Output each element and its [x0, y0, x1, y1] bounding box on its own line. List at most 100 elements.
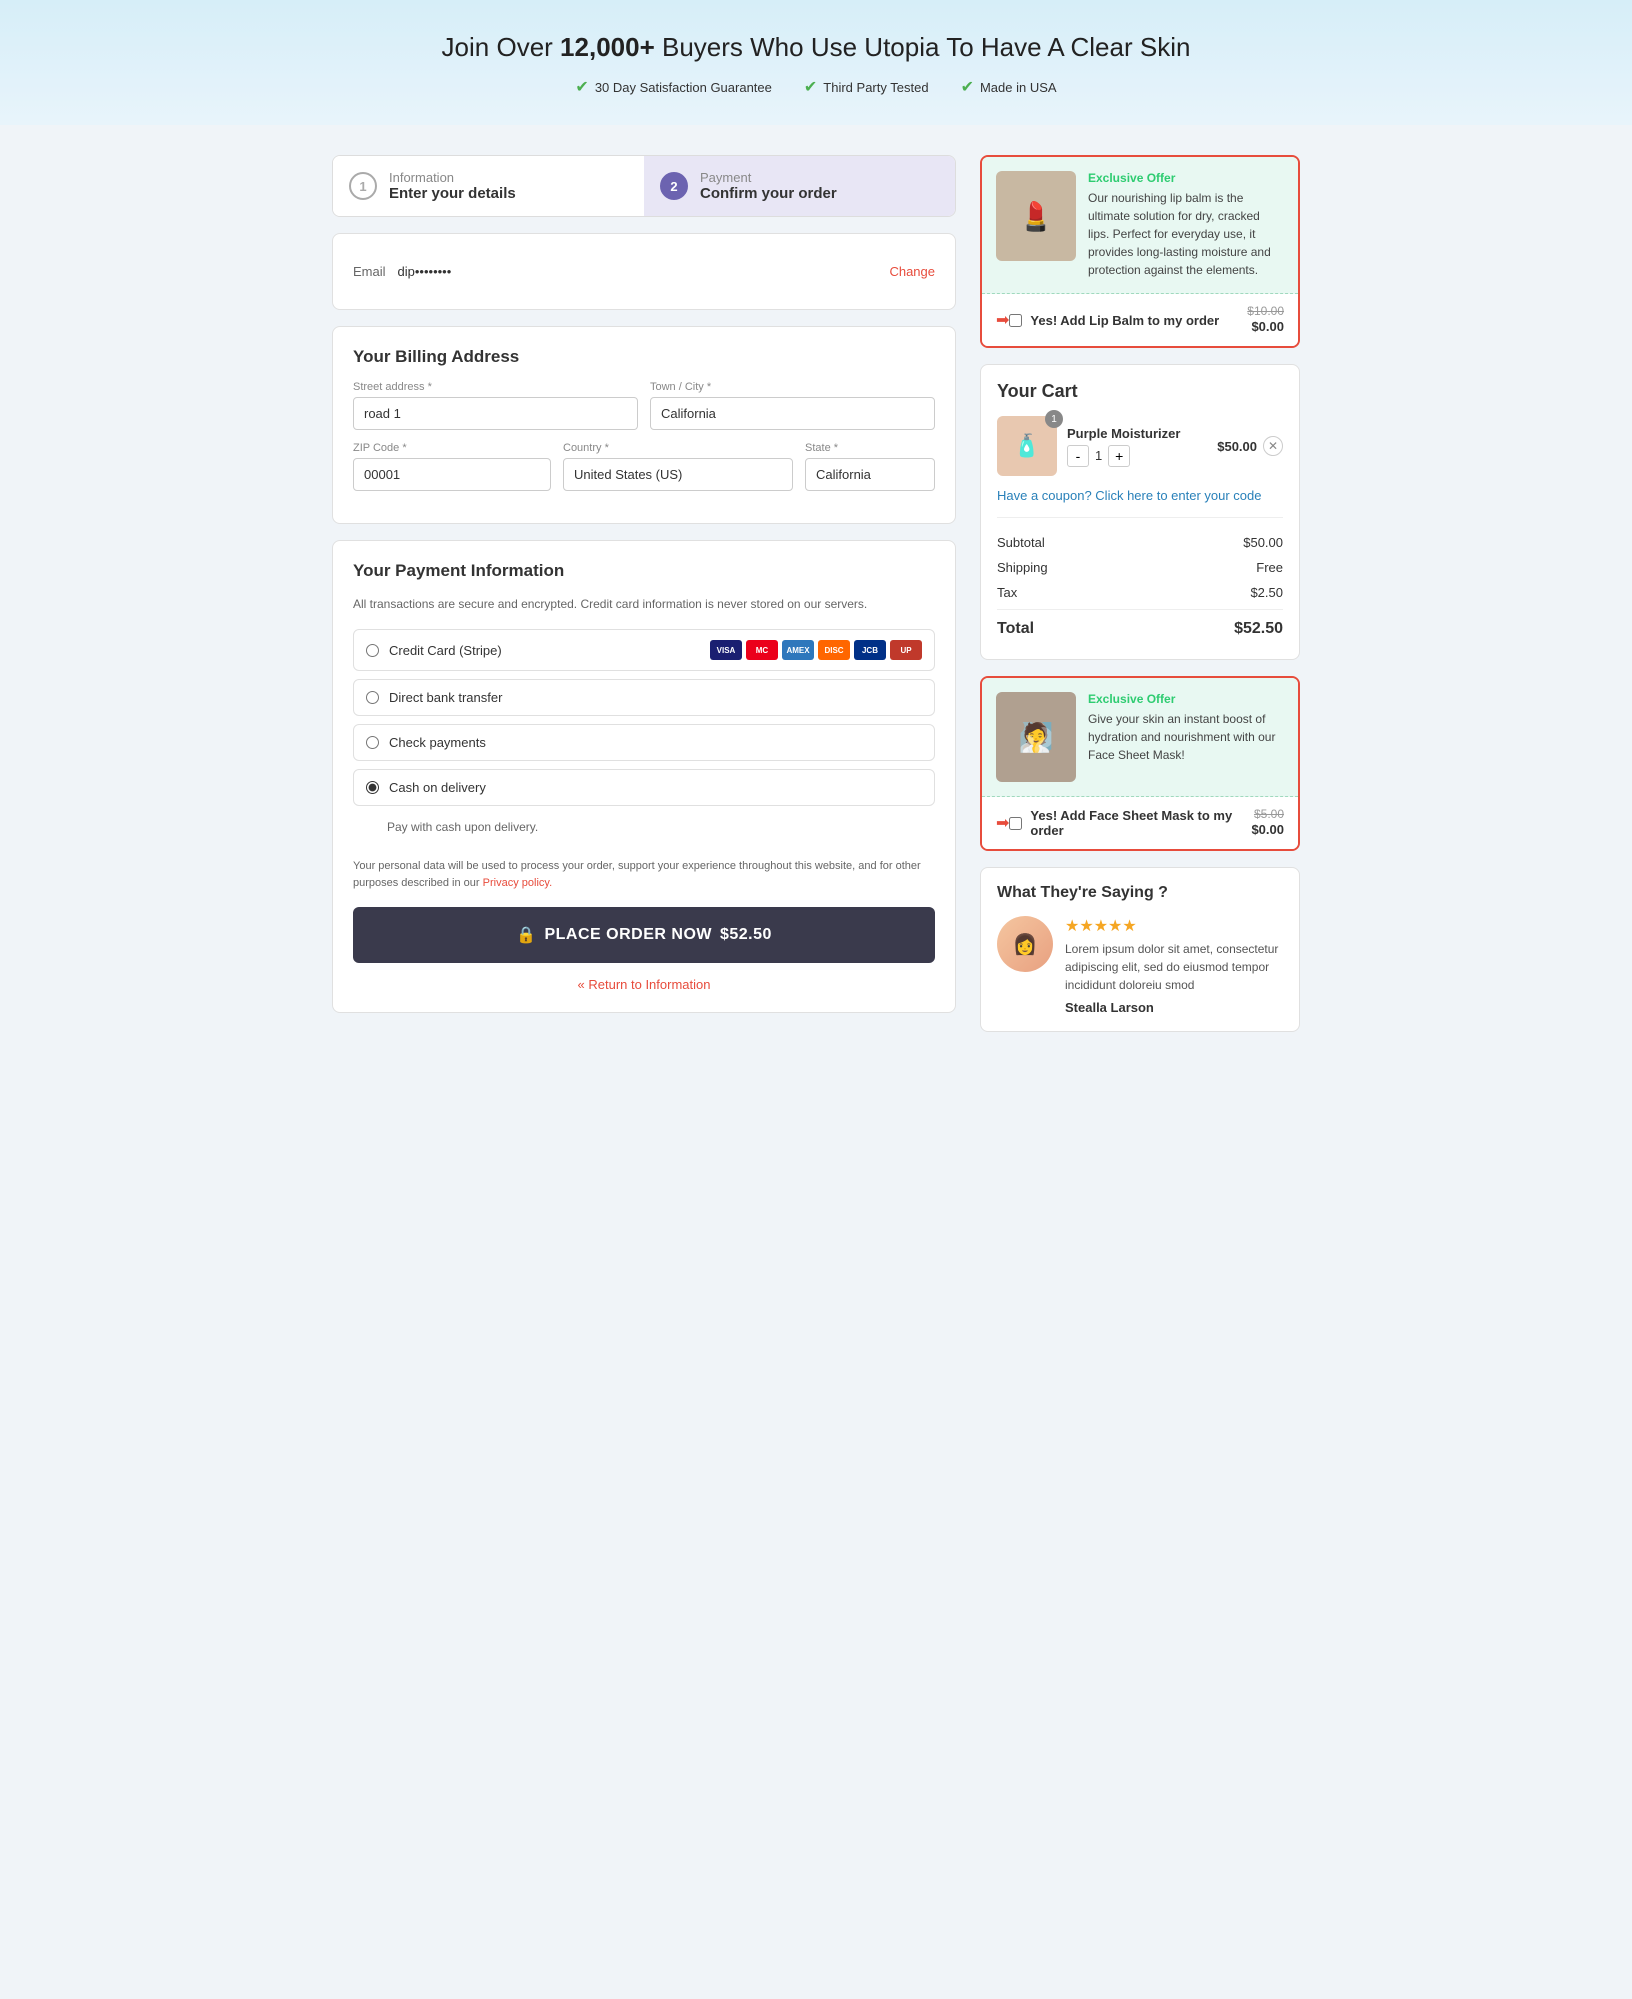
step-2-label: Payment	[700, 170, 837, 185]
change-email-link[interactable]: Change	[889, 264, 935, 279]
trust-badges: ✔ 30 Day Satisfaction Guarantee ✔ Third …	[20, 77, 1612, 97]
lock-icon: 🔒	[516, 925, 536, 945]
offer-2-discounted-price: $0.00	[1251, 822, 1284, 837]
right-column: 💄 Exclusive Offer Our nourishing lip bal…	[980, 155, 1300, 1032]
step-1-subtitle: Enter your details	[389, 185, 516, 202]
review-1: 👩 ★★★★★ Lorem ipsum dolor sit amet, cons…	[997, 916, 1283, 1015]
country-group: Country * United States (US) Canada Unit…	[563, 442, 793, 491]
return-link[interactable]: « Return to Information	[353, 977, 935, 992]
place-order-label: PLACE ORDER NOW	[544, 926, 712, 944]
payment-label-bank: Direct bank transfer	[389, 690, 922, 705]
state-group: State * California New York Texas Florid…	[805, 442, 935, 491]
state-label: State *	[805, 442, 935, 454]
order-summary: Subtotal $50.00 Shipping Free Tax $2.50 …	[997, 517, 1283, 643]
subtotal-label: Subtotal	[997, 535, 1045, 550]
shipping-label: Shipping	[997, 560, 1048, 575]
step-1-circle: 1	[349, 172, 377, 200]
review-1-content: ★★★★★ Lorem ipsum dolor sit amet, consec…	[1065, 916, 1283, 1015]
offer-1-bottom: ➡ Yes! Add Lip Balm to my order $10.00 $…	[982, 294, 1298, 346]
mastercard-icon: MC	[746, 640, 778, 660]
trust-badge-1: ✔ 30 Day Satisfaction Guarantee	[575, 77, 771, 97]
total-value: $52.50	[1234, 620, 1283, 638]
offer-1-original-price: $10.00	[1247, 304, 1284, 318]
billing-row-2: ZIP Code * Country * United States (US) …	[353, 442, 935, 491]
payment-option-cod[interactable]: Cash on delivery	[353, 769, 935, 806]
payment-label-cc: Credit Card (Stripe)	[389, 643, 696, 658]
qty-controls: - 1 +	[1067, 445, 1207, 467]
cart-item-1-right: $50.00 ✕	[1217, 436, 1283, 456]
email-card: Email dip•••••••• Change	[332, 233, 956, 310]
offer-2-price: $5.00 $0.00	[1251, 807, 1284, 839]
privacy-text: Your personal data will be used to proce…	[353, 858, 935, 891]
offer-1-cta[interactable]: Yes! Add Lip Balm to my order	[1009, 313, 1247, 328]
hero-banner: Join Over 12,000+ Buyers Who Use Utopia …	[0, 0, 1632, 125]
offer-1-price: $10.00 $0.00	[1247, 304, 1284, 336]
email-value: dip••••••••	[398, 264, 890, 279]
payment-radio-check[interactable]	[366, 736, 379, 749]
payment-option-check[interactable]: Check payments	[353, 724, 935, 761]
exclusive-offer-1: 💄 Exclusive Offer Our nourishing lip bal…	[980, 155, 1300, 348]
city-label: Town / City *	[650, 381, 935, 393]
offer-1-badge: Exclusive Offer	[1088, 171, 1284, 185]
offer-2-content: Exclusive Offer Give your skin an instan…	[1088, 692, 1284, 782]
step-1-info: Information Enter your details	[389, 170, 516, 202]
cart-section: Your Cart 1 🧴 Purple Moisturizer - 1 + $…	[980, 364, 1300, 660]
country-select[interactable]: United States (US) Canada United Kingdom	[563, 458, 793, 491]
cart-item-1-image: 1 🧴	[997, 416, 1057, 476]
coupon-link[interactable]: Have a coupon? Click here to enter your …	[997, 488, 1283, 503]
zip-input[interactable]	[353, 458, 551, 491]
subtotal-row: Subtotal $50.00	[997, 530, 1283, 555]
offer-1-content: Exclusive Offer Our nourishing lip balm …	[1088, 171, 1284, 279]
discover-icon: DISC	[818, 640, 850, 660]
offer-1-top: 💄 Exclusive Offer Our nourishing lip bal…	[982, 157, 1298, 294]
tax-row: Tax $2.50	[997, 580, 1283, 605]
jcb-icon: JCB	[854, 640, 886, 660]
payment-radio-cc[interactable]	[366, 644, 379, 657]
privacy-link[interactable]: Privacy policy.	[483, 877, 552, 889]
offer-2-bottom: ➡ Yes! Add Face Sheet Mask to my order $…	[982, 797, 1298, 849]
zip-label: ZIP Code *	[353, 442, 551, 454]
payment-radio-bank[interactable]	[366, 691, 379, 704]
qty-increase-button[interactable]: +	[1108, 445, 1130, 467]
place-order-amount: $52.50	[720, 926, 772, 944]
street-label: Street address *	[353, 381, 638, 393]
state-select[interactable]: California New York Texas Florida	[805, 458, 935, 491]
check-icon-2: ✔	[804, 77, 817, 97]
payment-option-cc[interactable]: Credit Card (Stripe) VISA MC AMEX DISC J…	[353, 629, 935, 671]
check-icon-3: ✔	[961, 77, 974, 97]
offer-1-discounted-price: $0.00	[1251, 319, 1284, 334]
step-information[interactable]: 1 Information Enter your details	[333, 156, 644, 216]
payment-radio-cod[interactable]	[366, 781, 379, 794]
reviews-section: What They're Saying ? 👩 ★★★★★ Lorem ipsu…	[980, 867, 1300, 1032]
tax-label: Tax	[997, 585, 1017, 600]
place-order-button[interactable]: 🔒 PLACE ORDER NOW $52.50	[353, 907, 935, 963]
tax-value: $2.50	[1250, 585, 1283, 600]
step-payment[interactable]: 2 Payment Confirm your order	[644, 156, 955, 216]
offer-2-original-price: $5.00	[1251, 807, 1284, 821]
billing-card: Your Billing Address Street address * To…	[332, 326, 956, 524]
cart-item-1-name: Purple Moisturizer	[1067, 426, 1207, 441]
offer-2-cta[interactable]: Yes! Add Face Sheet Mask to my order	[1009, 808, 1251, 838]
main-content: 1 Information Enter your details 2 Payme…	[316, 125, 1316, 1062]
shipping-value: Free	[1256, 560, 1283, 575]
remove-item-button[interactable]: ✕	[1263, 436, 1283, 456]
payment-option-bank[interactable]: Direct bank transfer	[353, 679, 935, 716]
cart-item-1-price: $50.00	[1217, 439, 1257, 454]
city-input[interactable]	[650, 397, 935, 430]
offer-2-checkbox[interactable]	[1009, 817, 1022, 830]
reviewer-avatar-1: 👩	[997, 916, 1053, 972]
badge-2-text: Third Party Tested	[823, 80, 928, 95]
step-1-label: Information	[389, 170, 516, 185]
visa-icon: VISA	[710, 640, 742, 660]
cart-item-1-details: Purple Moisturizer - 1 +	[1067, 426, 1207, 467]
qty-decrease-button[interactable]: -	[1067, 445, 1089, 467]
payment-subtitle: All transactions are secure and encrypte…	[353, 595, 935, 613]
step-2-circle: 2	[660, 172, 688, 200]
payment-card: Your Payment Information All transaction…	[332, 540, 956, 1013]
street-group: Street address *	[353, 381, 638, 430]
offer-2-desc: Give your skin an instant boost of hydra…	[1088, 710, 1284, 764]
street-input[interactable]	[353, 397, 638, 430]
billing-row-1: Street address * Town / City *	[353, 381, 935, 430]
offer-1-checkbox[interactable]	[1009, 314, 1022, 327]
amex-icon: AMEX	[782, 640, 814, 660]
